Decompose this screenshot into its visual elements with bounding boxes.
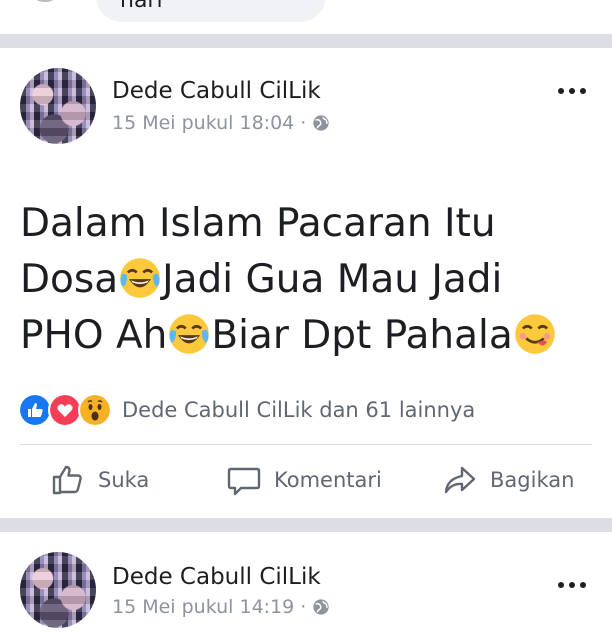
more-options-icon[interactable]: [558, 582, 586, 588]
post-actions: Suka Komentari Bagikan: [0, 448, 612, 514]
more-options-icon[interactable]: [558, 88, 586, 94]
tears-of-joy-emoji: [169, 314, 210, 354]
post-author[interactable]: Dede Cabull CilLik: [112, 78, 321, 104]
love-reaction-icon: [48, 393, 82, 427]
avatar[interactable]: [20, 68, 96, 144]
post-text-line: Biar Dpt Pahala: [211, 313, 513, 358]
wow-reaction-icon: [78, 393, 112, 427]
thumbs-up-icon: [52, 465, 82, 495]
post-text-line: Dalam Islam Pacaran Itu: [20, 201, 496, 246]
post-card: Dede Cabull CilLik 15 Mei pukul 14:19 ·: [0, 532, 612, 632]
previous-post-footer: nari: [0, 0, 612, 34]
like-reaction-icon: [18, 393, 52, 427]
like-label: Suka: [98, 468, 150, 492]
post-meta: 15 Mei pukul 18:04 ·: [112, 112, 330, 134]
tears-of-joy-emoji: [120, 258, 160, 298]
post-text-line: PHO Ah: [20, 313, 168, 358]
post-timestamp[interactable]: 15 Mei pukul 18:04 ·: [112, 112, 306, 134]
reaction-summary[interactable]: Dede Cabull CilLik dan 61 lainnya: [122, 398, 475, 422]
share-label: Bagikan: [490, 468, 575, 492]
share-button[interactable]: Bagikan: [442, 462, 574, 498]
reaction-bar[interactable]: Dede Cabull CilLik dan 61 lainnya: [18, 392, 475, 428]
globe-icon: [313, 115, 329, 131]
comment-bubble-icon: [227, 467, 261, 496]
globe-icon: [313, 599, 329, 615]
divider: [20, 444, 592, 445]
comment-text: nari: [120, 0, 163, 13]
post-text-line: Dosa: [20, 257, 119, 302]
avatar[interactable]: [30, 0, 60, 2]
comment-label: Komentari: [274, 468, 382, 492]
post-text-line: Jadi Gua Mau Jadi: [162, 257, 503, 302]
post-card: Dede Cabull CilLik 15 Mei pukul 18:04 · …: [0, 48, 612, 518]
yummy-face-emoji: [514, 314, 555, 354]
post-timestamp[interactable]: 15 Mei pukul 14:19 ·: [112, 596, 306, 618]
post-meta: 15 Mei pukul 14:19 ·: [112, 596, 330, 618]
post-text: Dalam Islam Pacaran Itu Dosa Jadi Gua Ma…: [20, 196, 600, 364]
avatar[interactable]: [20, 552, 96, 628]
comment-button[interactable]: Komentari: [226, 462, 382, 498]
share-arrow-icon: [444, 466, 476, 494]
like-button[interactable]: Suka: [50, 462, 149, 498]
post-author[interactable]: Dede Cabull CilLik: [112, 564, 321, 590]
